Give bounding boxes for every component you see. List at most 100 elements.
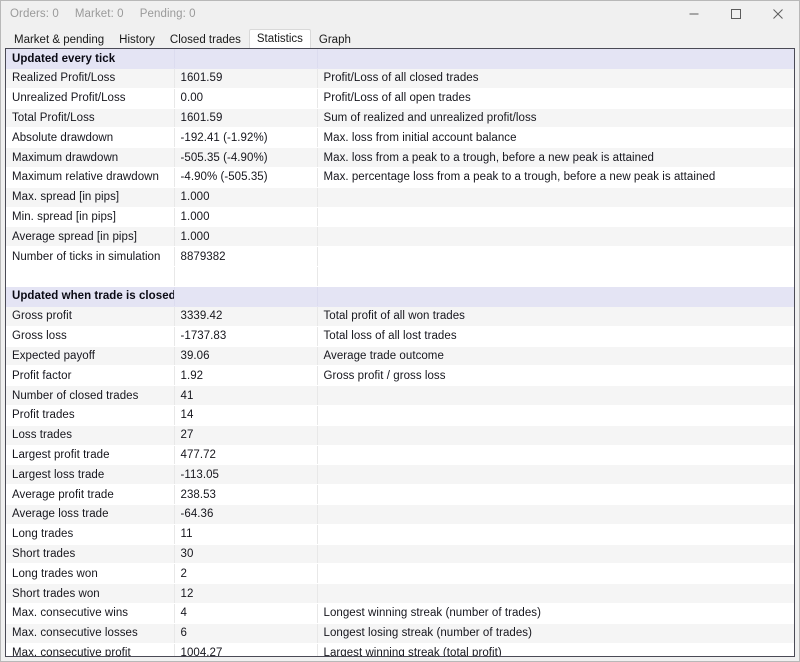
cell-metric-value: 477.72 xyxy=(173,445,317,466)
table-row[interactable]: Number of ticks in simulation 8879382 xyxy=(6,246,794,267)
table-row[interactable]: Max. consecutive profit 1004.27 Largest wi… xyxy=(6,643,794,656)
cell-metric-value: 27 xyxy=(173,425,317,446)
table-section-header: Updated every tick xyxy=(6,49,794,69)
table-row[interactable]: Unrealized Profit/Loss 0.00 Profit/Loss of… xyxy=(6,88,794,109)
cell-metric-name: Updated when trade is closed xyxy=(6,286,174,307)
cell-metric-description xyxy=(316,266,794,287)
cell-metric-value: 3339.42 xyxy=(173,306,317,327)
cell-metric-value: -64.36 xyxy=(173,504,317,525)
cell-metric-name: Realized Profit/Loss xyxy=(6,68,174,89)
table-row[interactable]: Realized Profit/Loss 1601.59 Profit/Loss o… xyxy=(6,68,794,89)
table-row[interactable]: Maximum drawdown -505.35 (-4.90%) Max. los… xyxy=(6,147,794,168)
cell-metric-name: Largest loss trade xyxy=(6,464,174,486)
tab-market-and-pending[interactable]: Market & pending xyxy=(7,32,112,49)
cell-metric-description: Profit/Loss of all open trades xyxy=(316,88,794,109)
cell-metric-description: Longest losing streak (number of trades) xyxy=(316,623,794,644)
table-row[interactable]: Loss trades 27 xyxy=(6,425,794,446)
cell-metric-description xyxy=(316,524,794,545)
cell-metric-description: Max. loss from a peak to a trough, befor… xyxy=(316,147,794,168)
window-controls xyxy=(673,1,799,27)
cell-metric-description: Longest winning streak (number of trades… xyxy=(316,603,794,624)
table-row[interactable]: Max. consecutive losses 6 Longest losing s… xyxy=(6,623,794,644)
table-row[interactable]: Largest profit trade 477.72 xyxy=(6,445,794,466)
cell-metric-name: Unrealized Profit/Loss xyxy=(6,88,174,109)
cell-metric-name: Average spread [in pips] xyxy=(6,226,174,248)
account-status-summary: Orders: 0 Market: 0 Pending: 0 xyxy=(1,8,196,20)
cell-metric-value: 6 xyxy=(173,623,317,644)
cell-metric-name: Max. consecutive losses xyxy=(6,623,174,644)
cell-metric-value xyxy=(173,286,317,307)
cell-metric-description xyxy=(316,504,794,525)
cell-metric-name: Max. consecutive profit xyxy=(6,643,174,656)
maximize-button[interactable] xyxy=(715,1,757,27)
table-row[interactable]: Max. consecutive wins 4 Longest winning st… xyxy=(6,603,794,624)
cell-metric-value: 30 xyxy=(173,544,317,565)
cell-metric-name: Average profit trade xyxy=(6,484,174,505)
table-row[interactable]: Min. spread [in pips] 1.000 xyxy=(6,207,794,228)
cell-metric-description: Total profit of all won trades xyxy=(316,306,794,327)
tab-closed-trades[interactable]: Closed trades xyxy=(162,32,248,49)
maximize-icon xyxy=(730,8,742,20)
cell-metric-name xyxy=(6,266,174,287)
close-button[interactable] xyxy=(757,1,799,27)
cell-metric-name: Short trades won xyxy=(6,583,174,604)
cell-metric-description xyxy=(316,187,794,208)
cell-metric-value: 1004.27 xyxy=(173,643,317,656)
table-row[interactable]: Long trades won 2 xyxy=(6,563,794,585)
cell-metric-name: Short trades xyxy=(6,544,174,565)
cell-metric-description: Largest winning streak (total profit) xyxy=(316,643,794,656)
statistics-window: Orders: 0 Market: 0 Pending: 0 Market & … xyxy=(0,0,800,662)
table-row[interactable]: Profit trades 14 xyxy=(6,405,794,426)
cell-metric-value: 2 xyxy=(173,563,317,585)
minimize-button[interactable] xyxy=(673,1,715,27)
tab-graph[interactable]: Graph xyxy=(311,32,358,49)
cell-metric-name: Min. spread [in pips] xyxy=(6,207,174,228)
table-row[interactable]: Expected payoff 39.06 Average trade outcom… xyxy=(6,346,794,367)
table-row[interactable]: Gross profit 3339.42 Total profit of all w… xyxy=(6,306,794,327)
cell-metric-name: Maximum drawdown xyxy=(6,147,174,168)
table-row[interactable]: Average loss trade -64.36 xyxy=(6,504,794,525)
cell-metric-name: Largest profit trade xyxy=(6,445,174,466)
table-row[interactable]: Average spread [in pips] 1.000 xyxy=(6,226,794,248)
cell-metric-name: Expected payoff xyxy=(6,346,174,367)
cell-metric-value: 1.000 xyxy=(173,226,317,248)
tab-history[interactable]: History xyxy=(112,32,162,49)
cell-metric-name: Gross loss xyxy=(6,326,174,347)
pending-count: Pending: 0 xyxy=(139,8,196,20)
cell-metric-description xyxy=(316,207,794,228)
tab-strip: Market & pending History Closed trades S… xyxy=(1,28,799,49)
table-row[interactable]: Largest loss trade -113.05 xyxy=(6,464,794,486)
minimize-icon xyxy=(688,8,700,20)
cell-metric-description xyxy=(316,484,794,505)
cell-metric-description: Sum of realized and unrealized profit/lo… xyxy=(316,108,794,129)
table-row[interactable]: Max. spread [in pips] 1.000 xyxy=(6,187,794,208)
tab-statistics[interactable]: Statistics xyxy=(248,29,311,49)
window-titlebar: Orders: 0 Market: 0 Pending: 0 xyxy=(1,1,799,28)
table-row[interactable]: Total Profit/Loss 1601.59 Sum of realized … xyxy=(6,108,794,129)
statistics-table-body: Updated every tick Realized Profit/Loss 16… xyxy=(6,49,794,656)
cell-metric-description xyxy=(316,286,794,307)
cell-metric-value: 11 xyxy=(173,524,317,545)
cell-metric-value xyxy=(173,266,317,287)
cell-metric-description: Max. percentage loss from a peak to a tr… xyxy=(316,167,794,188)
table-row[interactable]: Profit factor 1.92 Gross profit / gross lo… xyxy=(6,365,794,387)
market-count: Market: 0 xyxy=(74,8,124,20)
cell-metric-description xyxy=(316,563,794,585)
cell-metric-name: Long trades won xyxy=(6,563,174,585)
cell-metric-description: Profit/Loss of all closed trades xyxy=(316,68,794,89)
cell-metric-description: Total loss of all lost trades xyxy=(316,326,794,347)
table-row[interactable]: Average profit trade 238.53 xyxy=(6,484,794,505)
cell-metric-value: 41 xyxy=(173,385,317,406)
table-section-header: Updated when trade is closed xyxy=(6,286,794,307)
table-row[interactable]: Number of closed trades 41 xyxy=(6,385,794,406)
statistics-table-container: Updated every tick Realized Profit/Loss 16… xyxy=(5,48,795,657)
table-row[interactable]: Long trades 11 xyxy=(6,524,794,545)
statistics-table: Updated every tick Realized Profit/Loss 16… xyxy=(6,49,794,656)
orders-count: Orders: 0 xyxy=(10,8,59,20)
table-row[interactable]: Short trades 30 xyxy=(6,544,794,565)
table-row[interactable]: Maximum relative drawdown -4.90% (-505.35… xyxy=(6,167,794,188)
table-row[interactable]: Absolute drawdown -192.41 (-1.92%) Max. lo… xyxy=(6,127,794,149)
cell-metric-name: Profit factor xyxy=(6,365,174,387)
table-row[interactable]: Short trades won 12 xyxy=(6,583,794,604)
table-row[interactable]: Gross loss -1737.83 Total loss of all lost… xyxy=(6,326,794,347)
